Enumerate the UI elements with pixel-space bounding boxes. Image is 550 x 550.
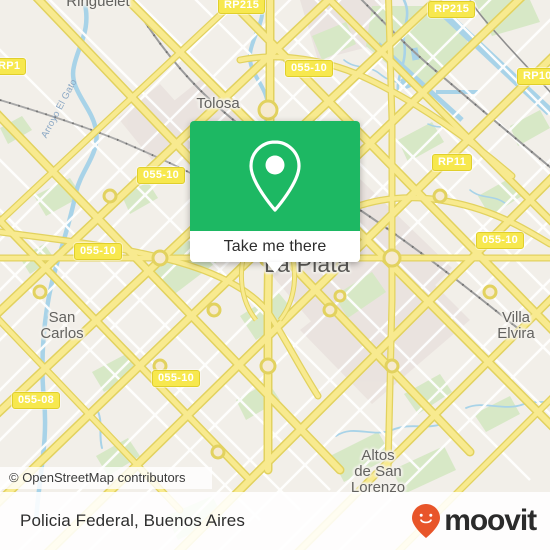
road-shield-rp1: RP1 xyxy=(0,58,27,75)
moovit-pin-icon xyxy=(412,504,441,538)
callout-header xyxy=(190,121,360,231)
map-pin-icon xyxy=(249,140,301,212)
road-shield-rp215-right: RP215 xyxy=(428,1,476,18)
road-shield-055-10-east: 055-10 xyxy=(476,232,525,249)
road-shield-rp215-top: RP215 xyxy=(218,0,266,14)
moovit-wordmark: moovit xyxy=(444,504,537,537)
road-shield-055-10-west: 055-10 xyxy=(74,243,123,260)
osm-attribution[interactable]: © OpenStreetMap contributors xyxy=(0,467,212,489)
road-shield-055-10-south: 055-10 xyxy=(152,370,201,387)
road-shield-055-10-left: 055-10 xyxy=(137,167,186,184)
road-shield-rp10: RP10 xyxy=(517,68,550,85)
moovit-logo[interactable]: moovit xyxy=(411,503,537,539)
callout-footer[interactable]: Take me there xyxy=(190,231,360,273)
road-shield-055-08: 055-08 xyxy=(12,392,61,409)
take-me-there-label: Take me there xyxy=(223,237,327,255)
road-shield-rp11: RP11 xyxy=(432,154,473,171)
map-screenshot: Ringuelet Tolosa La Plata San Carlos Vil… xyxy=(0,0,550,550)
callout-tail xyxy=(266,262,284,273)
location-title: Policia Federal, Buenos Aires xyxy=(20,511,245,530)
location-callout-card[interactable]: Take me there xyxy=(190,121,360,273)
footer-bar: Policia Federal, Buenos Aires moovit xyxy=(0,492,550,550)
road-shield-055-10-top: 055-10 xyxy=(285,60,334,77)
